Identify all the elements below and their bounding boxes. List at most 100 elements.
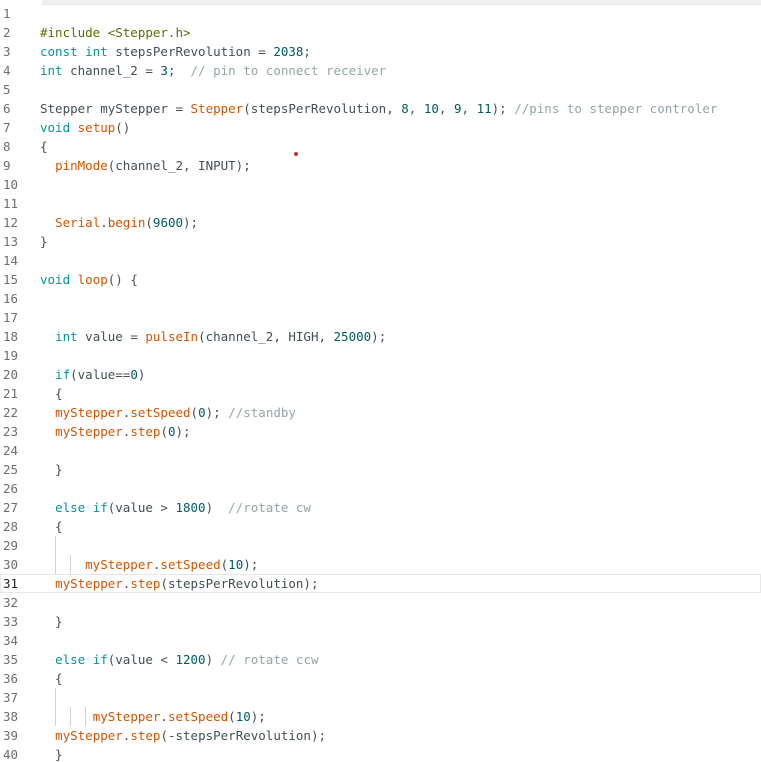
code-line[interactable]: 28 { <box>0 517 761 536</box>
code-line[interactable]: 15 void loop() { <box>0 270 761 289</box>
line-code[interactable]: const int stepsPerRevolution = 2038; <box>40 42 311 61</box>
code-token: (channel_2, INPUT); <box>107 158 251 173</box>
line-code[interactable]: else if(value > 1800) //rotate cw <box>40 498 311 517</box>
code-line[interactable]: 22 myStepper.setSpeed(0); //standby <box>0 403 761 422</box>
code-line[interactable]: 29 <box>0 536 761 555</box>
code-token: void <box>40 120 71 135</box>
line-number: 27 <box>3 500 19 515</box>
line-code[interactable]: pinMode(channel_2, INPUT); <box>40 156 251 175</box>
code-line[interactable]: 17 <box>0 308 761 327</box>
code-line[interactable]: 1 <box>0 4 761 23</box>
code-editor[interactable]: 1 2 #include <Stepper.h> 3 const int stepsPe… <box>0 0 761 762</box>
code-line[interactable]: 11 <box>0 194 761 213</box>
code-line[interactable]: 38 myStepper.setSpeed(10); <box>0 707 761 726</box>
code-token: //pins to stepper controler <box>514 101 718 116</box>
code-line[interactable]: 8{ <box>0 137 761 156</box>
code-token: setSpeed <box>167 709 229 724</box>
code-line[interactable]: 35 else if(value < 1200) // rotate ccw <box>0 650 761 669</box>
code-line[interactable]: 26 <box>0 479 761 498</box>
indent-guide <box>85 707 86 726</box>
code-token: ( <box>190 405 199 420</box>
line-code[interactable]: } <box>40 745 63 762</box>
line-code[interactable]: int value = pulseIn(channel_2, HIGH, 250… <box>40 327 386 346</box>
line-number: 16 <box>3 291 19 306</box>
line-code[interactable]: if(value==0) <box>40 365 145 384</box>
code-line[interactable]: 5 <box>0 80 761 99</box>
line-code[interactable]: #include <Stepper.h> <box>40 23 191 42</box>
code-token: { <box>40 519 63 534</box>
code-line[interactable]: 7 void setup() <box>0 118 761 137</box>
line-code[interactable]: } <box>40 232 48 251</box>
code-line[interactable]: 34 <box>0 631 761 650</box>
code-token: void <box>40 272 71 287</box>
code-line[interactable]: 37 <box>0 688 761 707</box>
indent-guide <box>70 707 71 726</box>
code-line[interactable]: 25 } <box>0 460 761 479</box>
code-line[interactable]: 2 #include <Stepper.h> <box>0 23 761 42</box>
code-token: ; <box>303 44 311 59</box>
line-number: 3 <box>3 44 11 59</box>
line-number: 29 <box>3 538 19 553</box>
line-number: 18 <box>3 329 19 344</box>
code-token: } <box>40 747 63 762</box>
line-code[interactable]: } <box>40 460 63 479</box>
code-line[interactable]: 3 const int stepsPerRevolution = 2038; <box>0 42 761 61</box>
code-line[interactable]: 20 if(value==0) <box>0 365 761 384</box>
line-code[interactable]: { <box>40 384 63 403</box>
line-code[interactable]: myStepper.step(-stepsPerRevolution); <box>40 726 326 745</box>
code-line[interactable]: 36 { <box>0 669 761 688</box>
code-line[interactable]: 9 pinMode(channel_2, INPUT); <box>0 156 761 175</box>
code-line[interactable]: 16 <box>0 289 761 308</box>
code-token: begin <box>107 215 146 230</box>
code-line[interactable]: 18 int value = pulseIn(channel_2, HIGH, … <box>0 327 761 346</box>
line-code[interactable]: else if(value < 1200) // rotate ccw <box>40 650 319 669</box>
line-code[interactable]: { <box>40 669 63 688</box>
line-code[interactable]: myStepper.setSpeed(10); <box>40 707 266 726</box>
code-token: // rotate ccw <box>220 652 319 667</box>
line-code[interactable]: void loop() { <box>40 270 138 289</box>
code-token: (value== <box>70 367 131 382</box>
code-token: 0 <box>130 367 138 382</box>
code-line[interactable]: 19 <box>0 346 761 365</box>
code-token: { <box>40 139 48 154</box>
line-code[interactable]: myStepper.setSpeed(0); //standby <box>40 403 296 422</box>
line-code[interactable]: { <box>40 137 48 156</box>
code-line[interactable]: 27 else if(value > 1800) //rotate cw <box>0 498 761 517</box>
code-line[interactable]: 4 int channel_2 = 3; // pin to connect re… <box>0 61 761 80</box>
code-line[interactable]: 13} <box>0 232 761 251</box>
line-number: 7 <box>3 120 11 135</box>
line-code[interactable]: Stepper myStepper = Stepper(stepsPerRevo… <box>40 99 717 118</box>
code-token: 3 <box>160 63 168 78</box>
code-line[interactable]: 6 Stepper myStepper = Stepper(stepsPerRev… <box>0 99 761 118</box>
line-number: 28 <box>3 519 19 534</box>
code-line[interactable]: 31 myStepper.step(stepsPerRevolution); <box>0 574 761 593</box>
line-code[interactable]: myStepper.setSpeed(10); <box>40 555 258 574</box>
code-line[interactable]: 30 myStepper.setSpeed(10); <box>0 555 761 574</box>
code-line[interactable]: 10 <box>0 175 761 194</box>
code-line[interactable]: 21 { <box>0 384 761 403</box>
code-token: , <box>461 101 477 116</box>
code-lines[interactable]: 1 2 #include <Stepper.h> 3 const int stepsPe… <box>0 4 761 762</box>
code-line[interactable]: 23 myStepper.step(0); <box>0 422 761 441</box>
code-token: const int <box>40 44 108 59</box>
line-code[interactable]: { <box>40 517 63 536</box>
code-line[interactable]: 39 myStepper.step(-stepsPerRevolution); <box>0 726 761 745</box>
line-code[interactable]: } <box>40 612 63 631</box>
code-line[interactable]: 33 } <box>0 612 761 631</box>
code-token: } <box>40 234 48 249</box>
line-number: 6 <box>3 101 11 116</box>
code-line[interactable]: 24 <box>0 441 761 460</box>
code-line[interactable]: 40 } <box>0 745 761 762</box>
line-number: 36 <box>3 671 19 686</box>
code-line[interactable]: 12 Serial.begin(9600); <box>0 213 761 232</box>
code-token: Stepper myStepper = <box>40 101 191 116</box>
code-line[interactable]: 32 <box>0 593 761 612</box>
line-code[interactable]: myStepper.step(stepsPerRevolution); <box>40 574 318 593</box>
line-code[interactable]: Serial.begin(9600); <box>40 213 198 232</box>
code-token: 10 <box>228 557 244 572</box>
code-line[interactable]: 14 <box>0 251 761 270</box>
line-code[interactable]: myStepper.step(0); <box>40 422 191 441</box>
line-code[interactable]: void setup() <box>40 118 130 137</box>
line-code[interactable]: int channel_2 = 3; // pin to connect rec… <box>40 61 386 80</box>
